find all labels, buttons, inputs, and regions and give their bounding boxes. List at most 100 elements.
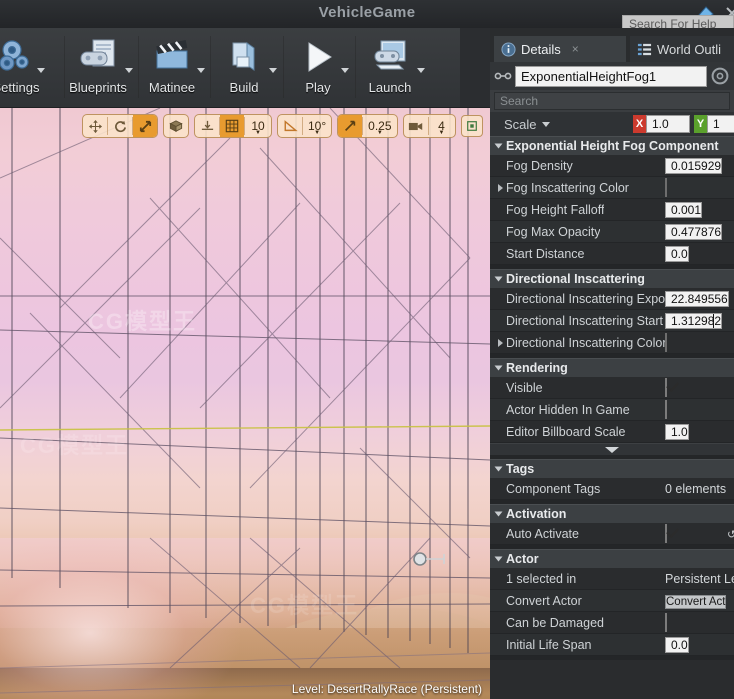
- property-text-input[interactable]: 0.015929: [665, 158, 723, 174]
- tab-details[interactable]: Details ×: [494, 36, 626, 62]
- scale-snap-value[interactable]: 0.25 ▼: [363, 115, 396, 137]
- panel-tab-strip: Details × World Outli: [490, 36, 734, 62]
- property-value: 0.0: [665, 245, 734, 263]
- scale-mode-button[interactable]: [133, 115, 157, 137]
- toolbar-item-blueprints[interactable]: Blueprints: [68, 31, 133, 105]
- property-list[interactable]: Exponential Height Fog Component Fog Dens…: [490, 136, 734, 699]
- rotation-snap-value[interactable]: 10° ▼: [303, 115, 331, 137]
- launch-dropdown-arrow[interactable]: [414, 63, 428, 77]
- toolbar-item-settings[interactable]: Settings: [0, 31, 46, 105]
- maximize-viewport-button[interactable]: [460, 115, 483, 137]
- tab-world-outliner-label: World Outli: [657, 41, 722, 57]
- color-swatch[interactable]: [665, 333, 667, 352]
- reset-to-default-icon[interactable]: ↺: [727, 528, 734, 541]
- property-row[interactable]: Start Distance 0.0: [490, 243, 734, 265]
- property-row[interactable]: Component Tags 0 elements: [490, 478, 734, 500]
- matinee-dropdown-arrow[interactable]: [194, 63, 208, 77]
- property-row[interactable]: Fog Max Opacity 0.477876: [490, 221, 734, 243]
- blueprints-label: Blueprints: [69, 80, 127, 95]
- property-action-button[interactable]: Convert Act: [665, 595, 727, 609]
- property-value: Convert Act: [665, 592, 734, 610]
- property-label: Fog Density: [506, 158, 573, 173]
- surface-snap-button[interactable]: [195, 115, 219, 137]
- settings-dropdown-arrow[interactable]: [34, 63, 48, 77]
- property-row[interactable]: Can be Damaged: [490, 612, 734, 634]
- property-row[interactable]: Editor Billboard Scale 1.0: [490, 421, 734, 443]
- property-row[interactable]: Directional Inscattering Expon 22.849556: [490, 288, 734, 310]
- scale-x-input[interactable]: 1.0: [646, 115, 690, 133]
- rotation-snap-toggle[interactable]: [278, 115, 302, 137]
- blueprints-dropdown-arrow[interactable]: [122, 63, 136, 77]
- expand-triangle-icon: [494, 556, 503, 562]
- level-viewport[interactable]: CG模型王 CG模型王 CG模型王 Level: DesertRallyRace…: [0, 108, 490, 699]
- property-row[interactable]: Convert Actor Convert Act: [490, 590, 734, 612]
- property-text-input[interactable]: 22.849556: [665, 291, 729, 307]
- property-row[interactable]: Visible: [490, 377, 734, 399]
- color-swatch[interactable]: [665, 178, 667, 197]
- property-checkbox[interactable]: [665, 613, 667, 632]
- property-row[interactable]: Initial Life Span 0.0: [490, 634, 734, 656]
- camera-speed-button[interactable]: [404, 115, 428, 137]
- property-row[interactable]: Actor Hidden In Game: [490, 399, 734, 421]
- grid-snap-toggle[interactable]: [220, 115, 244, 137]
- surface-snap-icon: [201, 120, 213, 130]
- property-checkbox[interactable]: [665, 524, 667, 543]
- toolbar-item-build[interactable]: Build: [214, 31, 277, 105]
- tab-details-close-icon[interactable]: ×: [572, 42, 579, 56]
- section-header-2[interactable]: Rendering: [490, 358, 734, 377]
- matinee-button[interactable]: Matinee: [142, 31, 202, 105]
- property-text-input[interactable]: 0.477876: [665, 224, 723, 240]
- section-header-1[interactable]: Directional Inscattering: [490, 269, 734, 288]
- property-text-input[interactable]: 0.0: [665, 637, 689, 653]
- expand-arrow-icon[interactable]: [494, 183, 506, 192]
- property-search-input[interactable]: Search: [494, 92, 730, 110]
- chevron-down-icon[interactable]: [541, 121, 550, 127]
- tab-details-label: Details: [521, 41, 561, 57]
- property-row[interactable]: 1 selected in Persistent Le: [490, 568, 734, 590]
- property-value: 1.0: [665, 423, 734, 441]
- section-header-4[interactable]: Activation: [490, 504, 734, 523]
- camera-speed-group: 4 ▼: [402, 114, 456, 138]
- build-button[interactable]: Build: [214, 31, 274, 105]
- gear-icon[interactable]: [710, 66, 730, 86]
- expand-triangle-icon: [494, 143, 503, 149]
- section-header-3[interactable]: Tags: [490, 459, 734, 478]
- camera-speed-value[interactable]: 4 ▼: [429, 115, 455, 137]
- grid-snap-value[interactable]: 10 ▼: [245, 115, 271, 137]
- play-dropdown-arrow[interactable]: [338, 63, 352, 77]
- property-text-input[interactable]: 0.001: [665, 202, 703, 218]
- section-header-5[interactable]: Actor: [490, 549, 734, 568]
- info-icon: [501, 41, 516, 57]
- rotation-snap-group: 10° ▼: [277, 114, 333, 138]
- angle-icon: [284, 120, 298, 132]
- toolbar-item-play[interactable]: Play: [288, 31, 349, 105]
- section-expand-more[interactable]: [490, 443, 734, 455]
- selected-actor-gizmo[interactable]: [0, 108, 490, 699]
- property-row[interactable]: Fog Density 0.015929: [490, 155, 734, 177]
- build-dropdown-arrow[interactable]: [266, 63, 280, 77]
- property-text-input[interactable]: 1.0: [665, 424, 689, 440]
- toolbar-item-launch[interactable]: Launch: [360, 31, 425, 105]
- property-row[interactable]: Fog Inscattering Color: [490, 177, 734, 199]
- launch-button[interactable]: Launch: [360, 31, 420, 105]
- scale-snap-toggle[interactable]: [338, 115, 363, 137]
- property-row[interactable]: Fog Height Falloff 0.001: [490, 199, 734, 221]
- property-checkbox[interactable]: [665, 378, 667, 397]
- tab-world-outliner[interactable]: World Outli: [630, 36, 734, 62]
- property-row[interactable]: Auto Activate ↺: [490, 523, 734, 545]
- property-row[interactable]: Directional Inscattering Color: [490, 332, 734, 354]
- scale-y-input[interactable]: 1: [707, 115, 734, 133]
- property-value: [665, 613, 734, 632]
- rotate-mode-button[interactable]: [108, 115, 132, 137]
- property-row[interactable]: Directional Inscattering Start D 1.312982: [490, 310, 734, 332]
- property-text-input[interactable]: 0.0: [665, 246, 689, 262]
- unreal-editor-window: VehicleGame Search For Help Sett: [0, 0, 734, 699]
- blueprints-button[interactable]: Blueprints: [68, 31, 128, 105]
- actor-name-input[interactable]: ExponentialHeightFog1: [515, 65, 707, 87]
- expand-arrow-icon[interactable]: [494, 338, 506, 347]
- property-checkbox[interactable]: [665, 400, 667, 419]
- toolbar-item-matinee[interactable]: Matinee: [142, 31, 205, 105]
- world-space-button[interactable]: [164, 115, 188, 137]
- section-header-0[interactable]: Exponential Height Fog Component: [490, 136, 734, 155]
- translate-mode-button[interactable]: [83, 115, 107, 137]
